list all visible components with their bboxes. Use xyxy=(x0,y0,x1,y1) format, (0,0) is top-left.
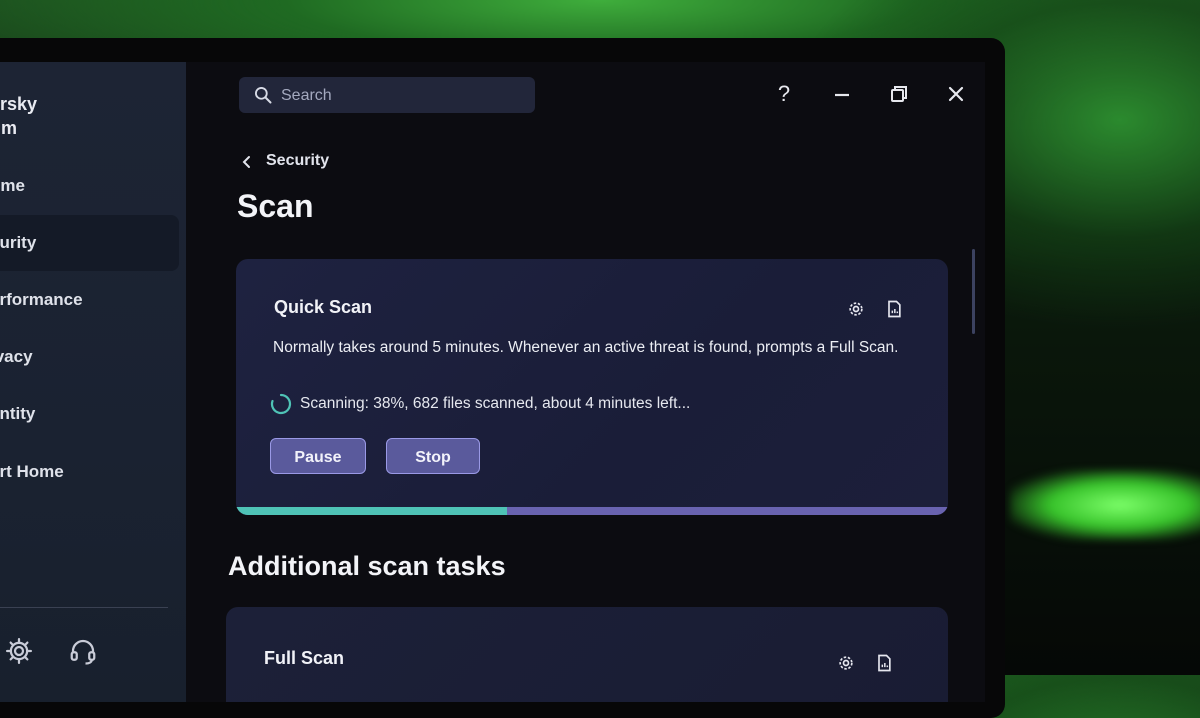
settings-gear-icon[interactable] xyxy=(836,653,856,673)
sidebar-item-label: entity xyxy=(0,404,36,423)
background-glow xyxy=(1010,470,1200,540)
breadcrumb-label: Security xyxy=(266,152,330,169)
sidebar-divider xyxy=(0,607,168,608)
minimize-icon[interactable] xyxy=(828,80,856,108)
sidebar-item-label: ome xyxy=(0,176,25,195)
search-box[interactable] xyxy=(239,77,535,115)
sidebar-item-label: art Home xyxy=(0,462,64,481)
sidebar-item-performance[interactable]: erformance xyxy=(0,272,179,328)
page-title: Scan xyxy=(237,188,314,224)
scrollbar[interactable] xyxy=(972,249,975,334)
sidebar-item-label: erformance xyxy=(0,290,83,309)
sidebar: ersky um ome curity erformance ivacy ent… xyxy=(0,62,186,702)
brand-line-2: um xyxy=(0,118,17,138)
brand-line-1: ersky xyxy=(0,94,38,114)
sidebar-item-privacy[interactable]: ivacy xyxy=(0,329,179,385)
close-icon[interactable] xyxy=(942,80,970,108)
app-window: ersky um ome curity erformance ivacy ent… xyxy=(0,62,985,702)
full-scan-title: Full Scan xyxy=(264,648,345,668)
restore-icon[interactable] xyxy=(885,80,913,108)
sidebar-item-smart-home[interactable]: art Home xyxy=(0,444,179,500)
spinner-icon xyxy=(270,393,292,415)
sidebar-item-home[interactable]: ome xyxy=(0,158,179,214)
quick-scan-card: Quick Scan Normally takes around 5 minut… xyxy=(236,259,948,515)
stop-button[interactable]: Stop xyxy=(386,438,480,474)
report-icon[interactable] xyxy=(874,653,894,673)
sidebar-item-label: ivacy xyxy=(0,347,33,366)
sidebar-item-security[interactable]: curity xyxy=(0,215,179,271)
quick-scan-title: Quick Scan xyxy=(274,297,373,317)
brand-name: ersky um xyxy=(0,92,37,140)
sidebar-item-label: curity xyxy=(0,233,37,252)
quick-scan-description: Normally takes around 5 minutes. Wheneve… xyxy=(273,339,899,356)
chevron-left-icon xyxy=(242,156,250,168)
search-icon xyxy=(254,87,272,104)
section-title: Additional scan tasks xyxy=(228,551,506,581)
settings-gear-icon[interactable] xyxy=(846,299,866,319)
help-button[interactable]: ? xyxy=(770,80,798,108)
headset-icon[interactable] xyxy=(68,636,98,666)
scan-progress-bar xyxy=(236,507,948,515)
gear-icon[interactable] xyxy=(4,636,34,666)
full-scan-card: Full Scan xyxy=(226,607,948,702)
sidebar-item-identity[interactable]: entity xyxy=(0,386,179,442)
pause-button[interactable]: Pause xyxy=(270,438,366,474)
search-input[interactable] xyxy=(279,77,523,115)
scan-status-text: Scanning: 38%, 682 files scanned, about … xyxy=(300,395,691,412)
help-label: ? xyxy=(777,81,791,106)
report-icon[interactable] xyxy=(884,299,904,319)
scan-progress-fill xyxy=(236,507,507,515)
